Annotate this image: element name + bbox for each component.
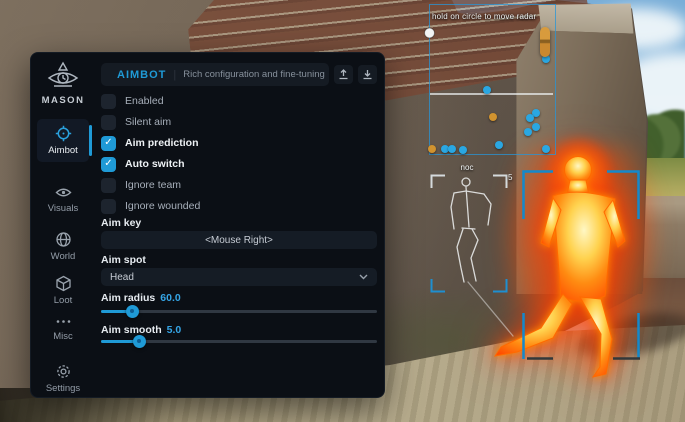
- checkbox-box: [101, 115, 116, 130]
- radar-move-handle[interactable]: [425, 28, 435, 38]
- cube-icon: [55, 275, 72, 292]
- aim-smooth-slider[interactable]: [101, 334, 377, 348]
- download-icon: [362, 69, 373, 80]
- slider-track: [101, 310, 377, 313]
- checkbox-ignore-team[interactable]: Ignore team: [101, 177, 181, 193]
- skeleton-esp: [451, 178, 513, 336]
- check-icon: ✓: [104, 159, 112, 169]
- sidebar-item-aimbot[interactable]: Aimbot: [37, 119, 89, 162]
- sidebar-item-label: Settings: [46, 383, 80, 394]
- aim-radius-value: 60.0: [160, 292, 180, 304]
- sidebar-item-loot[interactable]: Loot: [37, 269, 89, 312]
- checkbox-label: Silent aim: [125, 116, 171, 128]
- esp-player-name: noc: [455, 163, 479, 172]
- checkbox-box: ✓: [101, 136, 116, 151]
- player-bracket-box: [524, 172, 641, 360]
- sidebar-item-label: Visuals: [48, 203, 78, 214]
- globe-icon: [55, 231, 72, 248]
- checkbox-ignore-wounded[interactable]: Ignore wounded: [101, 198, 200, 214]
- checkbox-aim-prediction[interactable]: ✓ Aim prediction: [101, 135, 199, 151]
- eye-icon: [55, 185, 72, 200]
- cheat-menu-window: MASON Aimbot Visuals World Loot: [30, 52, 385, 398]
- brand: MASON: [37, 61, 89, 106]
- sidebar-item-visuals[interactable]: Visuals: [37, 179, 89, 220]
- aim-spot-value: Head: [110, 272, 134, 283]
- sidebar-item-label: World: [51, 251, 76, 262]
- sidebar-item-label: Misc: [53, 331, 73, 342]
- esp-player-distance: 5: [508, 173, 512, 182]
- check-icon: ✓: [104, 138, 112, 148]
- sidebar-item-world[interactable]: World: [37, 225, 89, 268]
- gear-icon: [55, 363, 72, 380]
- checkbox-box: [101, 199, 116, 214]
- sidebar-item-label: Aimbot: [48, 145, 78, 156]
- radar-frame: [425, 5, 556, 155]
- aim-key-label: Aim key: [101, 217, 141, 229]
- divider: |: [173, 69, 176, 81]
- slider-handle[interactable]: [126, 305, 139, 318]
- checkbox-label: Ignore team: [125, 179, 181, 191]
- checkbox-label: Auto switch: [125, 158, 185, 170]
- section-header: AIMBOT | Rich configuration and fine-tun…: [101, 63, 329, 86]
- aim-radius-label: Aim radius: [101, 292, 155, 304]
- radar-hint-text: hold on circle to move radar: [432, 12, 536, 21]
- aim-key-bind-button[interactable]: <Mouse Right>: [101, 231, 377, 249]
- aim-radius-slider[interactable]: [101, 304, 377, 318]
- checkbox-auto-switch[interactable]: ✓ Auto switch: [101, 156, 185, 172]
- chevron-down-icon: [359, 274, 368, 280]
- import-config-button[interactable]: [334, 65, 353, 84]
- checkbox-box: [101, 94, 116, 109]
- brand-label: MASON: [42, 95, 85, 106]
- mason-eye-icon: [46, 61, 80, 91]
- aim-radius-label-row: Aim radius 60.0: [101, 292, 181, 304]
- skeleton-bracket-box: [432, 176, 507, 292]
- aim-spot-dropdown[interactable]: Head: [101, 268, 377, 286]
- crosshair-icon: [55, 125, 72, 142]
- checkbox-label: Enabled: [125, 95, 164, 107]
- slider-handle[interactable]: [133, 335, 146, 348]
- sidebar-item-label: Loot: [54, 295, 73, 306]
- section-subtitle: Rich configuration and fine-tuning: [183, 69, 325, 80]
- checkbox-label: Aim prediction: [125, 137, 199, 149]
- checkbox-silent-aim[interactable]: Silent aim: [101, 114, 171, 130]
- checkbox-box: ✓: [101, 157, 116, 172]
- radar-marker-bar: [540, 27, 550, 57]
- ellipsis-icon: [55, 315, 72, 328]
- aim-spot-label: Aim spot: [101, 254, 146, 266]
- checkbox-box: [101, 178, 116, 193]
- checkbox-label: Ignore wounded: [125, 200, 200, 212]
- checkbox-enabled[interactable]: Enabled: [101, 93, 164, 109]
- upload-icon: [338, 69, 349, 80]
- section-title: AIMBOT: [117, 69, 166, 81]
- export-config-button[interactable]: [358, 65, 377, 84]
- game-scene: hold on circle to move radar noc 5 MASON…: [0, 0, 685, 422]
- sidebar-item-settings[interactable]: Settings: [37, 357, 89, 400]
- sidebar-item-misc[interactable]: Misc: [37, 309, 89, 348]
